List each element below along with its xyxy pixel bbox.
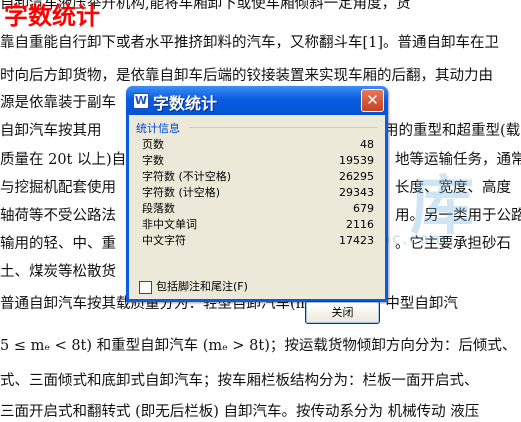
document-line-fragment: 长度、宽度、高度 xyxy=(395,180,511,196)
document-line: 式、三面倾式和底卸式自卸汽车；按车厢栏板结构分为：栏板一面开启式、 xyxy=(0,373,479,389)
stat-value: 48 xyxy=(360,138,374,151)
document-line-fragment: 用的重型和超重型(载 xyxy=(384,123,521,139)
group-divider xyxy=(189,127,377,128)
stat-row-non-chinese-words: 非中文单词 2116 xyxy=(142,217,374,233)
stat-value: 679 xyxy=(353,202,374,215)
stat-row-pages: 页数 48 xyxy=(142,137,374,153)
include-footnotes-checkbox[interactable] xyxy=(139,281,152,294)
document-line: 源是依靠装于副车 xyxy=(0,95,116,111)
stat-row-paragraphs: 段落数 679 xyxy=(142,201,374,217)
document-line: 自卸汽车按其用 xyxy=(0,123,102,139)
stat-label: 字数 xyxy=(142,154,164,167)
stat-value: 26295 xyxy=(339,170,374,183)
stat-label: 中文字符 xyxy=(142,234,186,247)
dialog-titlebar[interactable]: W 字数统计 ✕ xyxy=(126,86,388,115)
statistics-group-label: 统计信息 xyxy=(136,122,180,135)
document-line: 靠自重能自行卸下或者水平推挤卸料的汽车，又称翻斗车[1]。普通自卸车在卫 xyxy=(0,35,500,51)
document-line-fragment: 用。另一类用于公路 xyxy=(395,208,521,224)
stat-label: 字符数 (不计空格) xyxy=(142,170,232,183)
stat-row-chars-no-spaces: 字符数 (不计空格) 26295 xyxy=(142,169,374,185)
document-line: 与挖掘机配套使用 xyxy=(0,180,116,196)
document-line: 质量在 20t 以上)自 xyxy=(0,152,127,168)
word-app-icon: W xyxy=(133,93,149,109)
close-icon[interactable]: ✕ xyxy=(361,89,384,112)
stat-label: 非中文单词 xyxy=(142,218,197,231)
word-count-dialog: W 字数统计 ✕ 统计信息 页数 48 字数 19539 字符数 (不计空格) … xyxy=(126,86,388,324)
document-line: 时向后方卸货物，是依靠自卸车后端的铰接装置来实现车厢的后翻，其动力由 xyxy=(0,68,493,84)
stat-label: 段落数 xyxy=(142,202,175,215)
stat-label: 页数 xyxy=(142,138,164,151)
statistics-list: 页数 48 字数 19539 字符数 (不计空格) 26295 字符数 (计空格… xyxy=(142,137,374,249)
stat-row-chinese-chars: 中文字符 17423 xyxy=(142,233,374,249)
stat-label: 字符数 (计空格) xyxy=(142,186,221,199)
document-line: 三面开启式和翻转式 (即无后栏板) 自卸汽车。按传动系分为 机械传动 液压 xyxy=(0,404,480,420)
stat-value: 2116 xyxy=(346,218,374,231)
stat-value: 19539 xyxy=(339,154,374,167)
document-line: 5 ≤ mₑ < 8t) 和重型自卸汽车 (mₑ > 8t)；按运载货物倾卸方向… xyxy=(0,338,517,354)
document-line-fragment: 地等运输任务，通常 xyxy=(395,152,521,168)
close-button[interactable]: 关闭 xyxy=(305,301,380,324)
document-line-fragment: 。它主要承担砂石 xyxy=(395,236,511,252)
stat-row-chars-with-spaces: 字符数 (计空格) 29343 xyxy=(142,185,374,201)
document-line: 输用的轻、中、重 xyxy=(0,236,116,252)
stat-value: 17423 xyxy=(339,234,374,247)
dialog-title: 字数统计 xyxy=(153,94,218,113)
include-footnotes-label[interactable]: 包括脚注和尾注(F) xyxy=(156,279,248,295)
document-line: 土、煤炭等松散货 xyxy=(0,264,116,280)
stat-value: 29343 xyxy=(339,186,374,199)
dialog-body: 统计信息 页数 48 字数 19539 字符数 (不计空格) 26295 字符数… xyxy=(129,115,385,324)
page-heading: 字数统计 xyxy=(4,2,100,30)
stat-row-words: 字数 19539 xyxy=(142,153,374,169)
document-line: 轴荷等不受公路法 xyxy=(0,208,116,224)
